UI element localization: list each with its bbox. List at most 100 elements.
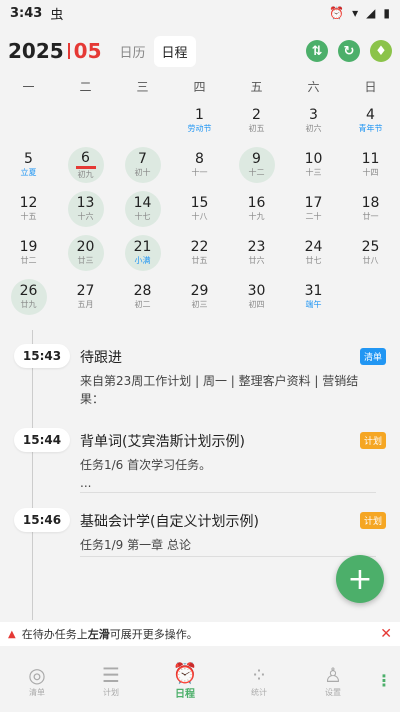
task-divider [80,492,376,493]
refresh-icon[interactable]: ↻ [338,40,360,62]
task-item[interactable]: 15:43 待跟进 清单 来自第23周工作计划 | 周一 | 整理客户资料 | … [14,344,386,424]
day-bubble: 18 廿一 [353,191,389,227]
lunar-label: 十八 [191,212,208,221]
day-number: 1 [195,107,204,123]
lunar-label: 初三 [191,300,208,309]
day-bubble: 29 初三 [182,279,218,315]
year-label[interactable]: 2025 [8,39,64,63]
day-number: 27 [76,283,95,299]
day-bubble: 20 廿三 [67,235,104,271]
close-icon[interactable]: ✕ [380,626,392,642]
lunar-label: 劳动节 [187,124,212,133]
nav-item-settings[interactable]: ♙ 设置 [296,663,370,698]
day-number: 23 [247,239,266,255]
task-time: 15:46 [14,508,70,532]
task-time: 15:43 [14,344,70,368]
nav-label: 统计 [251,687,267,697]
day-cell[interactable]: 30 初四 [228,279,285,323]
day-cell[interactable]: 20 廿三 [57,235,114,279]
month-label[interactable]: 05 [74,39,102,63]
task-description-line: ... [80,476,92,490]
nav-item-stats[interactable]: ⁘ 统计 [222,663,296,698]
tip-text-strong: 左滑 [87,628,110,641]
day-cell[interactable]: 24 廿七 [285,235,342,279]
day-number: 3 [309,107,318,123]
bulb-icon[interactable]: ♦ [370,40,392,62]
task-description: 来自第23周工作计划 | 周一 | 整理客户资料 | 营销结 果： [80,372,380,408]
day-cell[interactable]: 10 十三 [285,147,342,191]
day-cell[interactable]: 18 廿一 [342,191,399,235]
day-cell[interactable]: 29 初三 [171,279,228,323]
nav-item-checklist[interactable]: ◎ 清单 [0,663,74,698]
battery-icon: ▮ [383,6,390,20]
day-number: 22 [190,239,209,255]
day-cell[interactable]: 27 五月 [57,279,114,323]
header-actions: ⇅ ↻ ♦ [306,40,392,62]
lunar-label: 初十 [134,168,151,177]
weekday-label: 五 [250,80,263,94]
day-number: 12 [19,195,38,211]
day-cell[interactable]: 17 二十 [285,191,342,235]
more-menu-icon[interactable]: ⋮ [376,671,392,690]
day-cell[interactable]: 11 十四 [342,147,399,191]
day-cell[interactable]: 23 廿六 [228,235,285,279]
sort-icon[interactable]: ⇅ [306,40,328,62]
lunar-label: 端午 [305,300,322,309]
day-cell[interactable]: 19 廿二 [0,235,57,279]
day-bubble: 9 十二 [238,147,275,183]
day-number: 17 [304,195,323,211]
lunar-label: 廿六 [248,256,265,265]
day-bubble: 2 初五 [239,103,275,139]
nav-item-plan[interactable]: ☰ 计划 [74,663,148,698]
day-cell[interactable]: 15 十八 [171,191,228,235]
tab-schedule[interactable]: 日程 [153,35,196,67]
task-time: 15:44 [14,428,70,452]
day-number: 29 [190,283,209,299]
day-cell[interactable]: 16 十九 [228,191,285,235]
day-cell[interactable]: 3 初六 [285,103,342,147]
day-bubble: 30 初四 [239,279,275,315]
day-number: 20 [76,239,95,255]
tab-calendar[interactable]: 日历 [112,36,154,67]
day-cell[interactable]: 6 初九 [57,147,114,191]
day-cell[interactable]: 12 十五 [0,191,57,235]
day-cell[interactable]: 2 初五 [228,103,285,147]
day-number: 21 [133,239,152,255]
day-cell[interactable]: 8 十一 [171,147,228,191]
day-number: 28 [133,283,152,299]
add-task-button[interactable]: + [336,555,384,603]
day-cell[interactable]: 13 十六 [57,191,114,235]
task-item[interactable]: 15:44 背单词(艾宾浩斯计划示例) 计划 任务1/6 首次学习任务。 ... [14,428,386,498]
day-number: 31 [304,283,323,299]
day-cell[interactable]: 5 立夏 [0,147,57,191]
weekday-header: 一二三四五六日 [0,78,400,98]
day-cell[interactable]: 31 端午 [285,279,342,323]
day-cell[interactable]: 14 十七 [114,191,171,235]
nav-item-schedule[interactable]: ⏰ 日程 [148,661,222,700]
day-cell[interactable]: 26 廿九 [0,279,57,323]
day-cell[interactable]: 25 廿八 [342,235,399,279]
day-cell[interactable]: 4 青年节 [342,103,399,147]
day-cell[interactable]: 9 十二 [228,147,285,191]
lunar-label: 二十 [305,212,322,221]
empty-day-cell [57,103,114,147]
status-bar: 3:43 虫 ⏰ ▾ ◢ ▮ [0,0,400,26]
lunar-label: 十二 [248,168,265,177]
day-cell[interactable]: 1 劳动节 [171,103,228,147]
target-icon: ◎ [28,662,46,687]
lunar-label: 十六 [77,212,94,221]
day-cell[interactable]: 7 初十 [114,147,171,191]
day-cell[interactable]: 28 初二 [114,279,171,323]
day-cell[interactable]: 22 廿五 [171,235,228,279]
day-number: 11 [361,151,380,167]
day-bubble: 7 初十 [124,147,161,183]
day-bubble: 10 十三 [296,147,332,183]
day-cell[interactable]: 21 小满 [114,235,171,279]
bottom-nav: ◎ 清单 ☰ 计划 ⏰ 日程 ⁘ 统计 ♙ 设置 ⋮ [0,648,400,712]
lunar-label: 青年节 [358,124,383,133]
task-item[interactable]: 15:46 基础会计学(自定义计划示例) 计划 任务1/9 第一章 总论 [14,508,386,568]
day-bubble: 16 十九 [239,191,275,227]
day-bubble: 13 十六 [67,191,104,227]
lunar-label: 廿九 [20,300,37,309]
day-number: 18 [361,195,380,211]
